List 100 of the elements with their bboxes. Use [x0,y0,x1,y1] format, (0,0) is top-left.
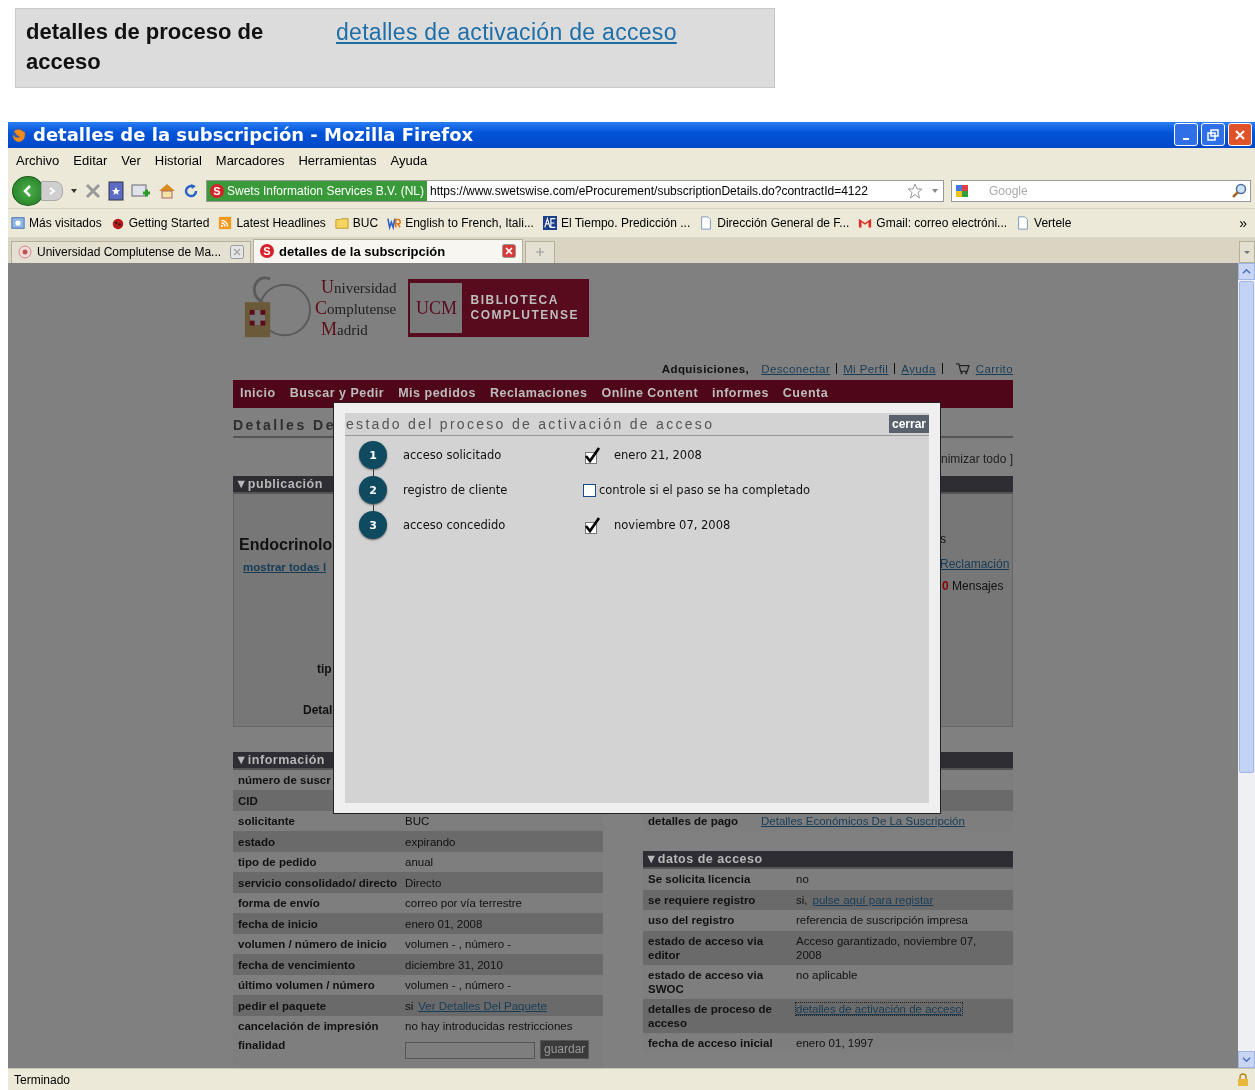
field-value: no [796,873,809,886]
step-note: controle si el paso se ha completado [598,483,811,498]
field-label: tipo de pedido [237,856,318,869]
cart-icon[interactable] [954,362,970,376]
bookmark-item[interactable]: BUC [334,215,379,230]
nav-item[interactable]: Buscar y Pedir [289,385,385,400]
bookmark-item[interactable]: El Tiempo. Predicción ... [542,215,691,230]
field-label: tip [317,661,332,676]
nav-item[interactable]: Inicio [240,385,276,400]
bookmark-item[interactable]: Gmail: correo electróni... [858,215,1008,230]
scrollbar[interactable] [1238,262,1255,1068]
field-value: referencia de suscripción impresa [796,914,968,927]
menu-item[interactable]: Editar [73,153,108,169]
field-label: detalles de proceso de acceso [647,1001,773,1030]
nav-item[interactable]: informes [712,385,769,400]
step-checkbox[interactable] [583,483,596,497]
field-value: Acceso garantizado, noviembre 07, 2008 [796,934,977,961]
bookmark-item[interactable]: Vertele [1016,215,1072,230]
step-number: 3 [359,511,387,540]
minimize-all-link[interactable]: nimizar todo ] [940,451,1013,466]
field-value: si [405,999,414,1012]
search-icon[interactable] [1231,182,1247,199]
forward-button[interactable] [41,180,63,201]
tab-label: detalles de la subscripción [279,243,447,259]
field-value: correo por vía terrestre [405,897,522,910]
bookmark-icon [542,215,557,230]
field-label: Detal [303,702,333,717]
browser-tab[interactable]: S detalles de la subscripción [253,238,523,263]
add-folder-icon[interactable] [131,181,151,200]
site-logo-icon: S [210,183,224,198]
close-button[interactable]: cerrar [888,414,929,433]
tab-label: Universidad Complutense de Ma... [37,245,223,260]
search-engine-icon[interactable] [955,183,969,198]
more-bookmarks-button[interactable]: » [1239,214,1247,231]
star-icon[interactable] [907,182,923,199]
bookmark-icon [387,215,402,230]
menu-item[interactable]: Marcadores [215,153,285,169]
nav-item[interactable]: Online Content [601,385,699,400]
menu-item[interactable]: Herramientas [298,153,377,169]
step-label: registro de cliente [402,483,509,498]
restore-button[interactable] [1201,123,1225,147]
university-name: Universidad Complutense Madrid [315,276,397,340]
lock-icon[interactable] [1237,1072,1249,1087]
bookmark-item[interactable]: Latest Headlines [218,215,326,230]
tab-close-icon[interactable] [230,245,244,260]
library-logo: UCM BIBLIOTECA COMPLUTENSE [408,279,589,338]
field-label: fecha de vencimiento [237,958,356,971]
bookmark-icon [334,215,349,230]
url-text: https://www.swetswise.com/eProcurement/subscriptionDetails.do?contractId=4122 [428,183,869,198]
step-checkbox[interactable] [583,516,601,535]
bookmark-item[interactable]: Más visitados [11,215,102,230]
crest-icon [18,245,32,260]
field-value: volumen - , número - [405,979,512,992]
bookmark-item[interactable]: English to French, Itali... [387,215,534,230]
address-field[interactable]: S Swets Information Services B.V. (NL) https://www.swetswise.com/eProcurement/subscriptionDetails.do?contractId=4122 [206,179,944,202]
menu-item[interactable]: Ver [121,153,141,169]
field-label: detalles de pago [647,815,740,828]
field-label: último volumen / número [237,979,376,992]
browser-logo-icon [11,127,27,143]
minimize-button[interactable] [1174,123,1198,147]
dropdown-caret-icon[interactable] [70,186,78,195]
text-fragment: s [940,531,946,546]
menu-item[interactable]: Historial [154,153,202,169]
field-label: uso del registro [647,913,736,928]
nav-item[interactable]: Cuenta [782,385,829,400]
bookmark-icon [1016,215,1031,230]
stop-icon[interactable] [85,182,101,199]
step-label: acceso solicitado [402,448,503,463]
page-heading: Detalles De [233,416,336,433]
back-button[interactable] [12,175,44,206]
menu-item[interactable]: Archivo [16,153,60,169]
site-identity-badge[interactable]: S Swets Information Services B.V. (NL) [207,180,427,201]
save-button[interactable]: guardar [540,1039,590,1059]
home-icon[interactable] [158,182,176,199]
activation-details-link[interactable]: detalles de activación de acceso [336,17,677,47]
menu-item[interactable]: Ayuda [390,153,428,169]
scroll-up-icon[interactable] [1242,266,1251,276]
nav-item[interactable]: Reclamaciones [489,385,588,400]
step-checkbox[interactable] [583,446,601,465]
field-label: forma de envío [237,897,321,910]
field-label: pedir el paquete [237,999,328,1012]
close-icon [1234,129,1246,141]
field-value: si, [796,893,808,906]
reload-icon[interactable] [183,182,199,199]
close-button[interactable] [1228,123,1252,147]
purpose-input-field[interactable] [405,1042,535,1060]
bookmark-item[interactable]: Dirección General de F... [699,215,850,230]
bookmark-item[interactable]: Getting Started [110,215,210,230]
step-label: acceso concedido [402,518,507,533]
field-value: volumen - , número - [405,938,512,951]
tab-close-icon[interactable] [502,244,516,259]
nav-item[interactable]: Mis pedidos [398,385,476,400]
browser-tab[interactable]: Universidad Complutense de Ma... [11,240,251,263]
search-bar[interactable]: Google [951,179,1251,202]
restore-icon [1207,129,1219,141]
journal-title: Endocrinolo [239,535,333,554]
site-identity-text: Swets Information Services B.V. (NL) [227,183,424,198]
field-label: CID [237,794,259,807]
section-header[interactable]: ▼datos de acceso [643,851,1013,870]
scroll-down-icon[interactable] [1242,1055,1251,1064]
